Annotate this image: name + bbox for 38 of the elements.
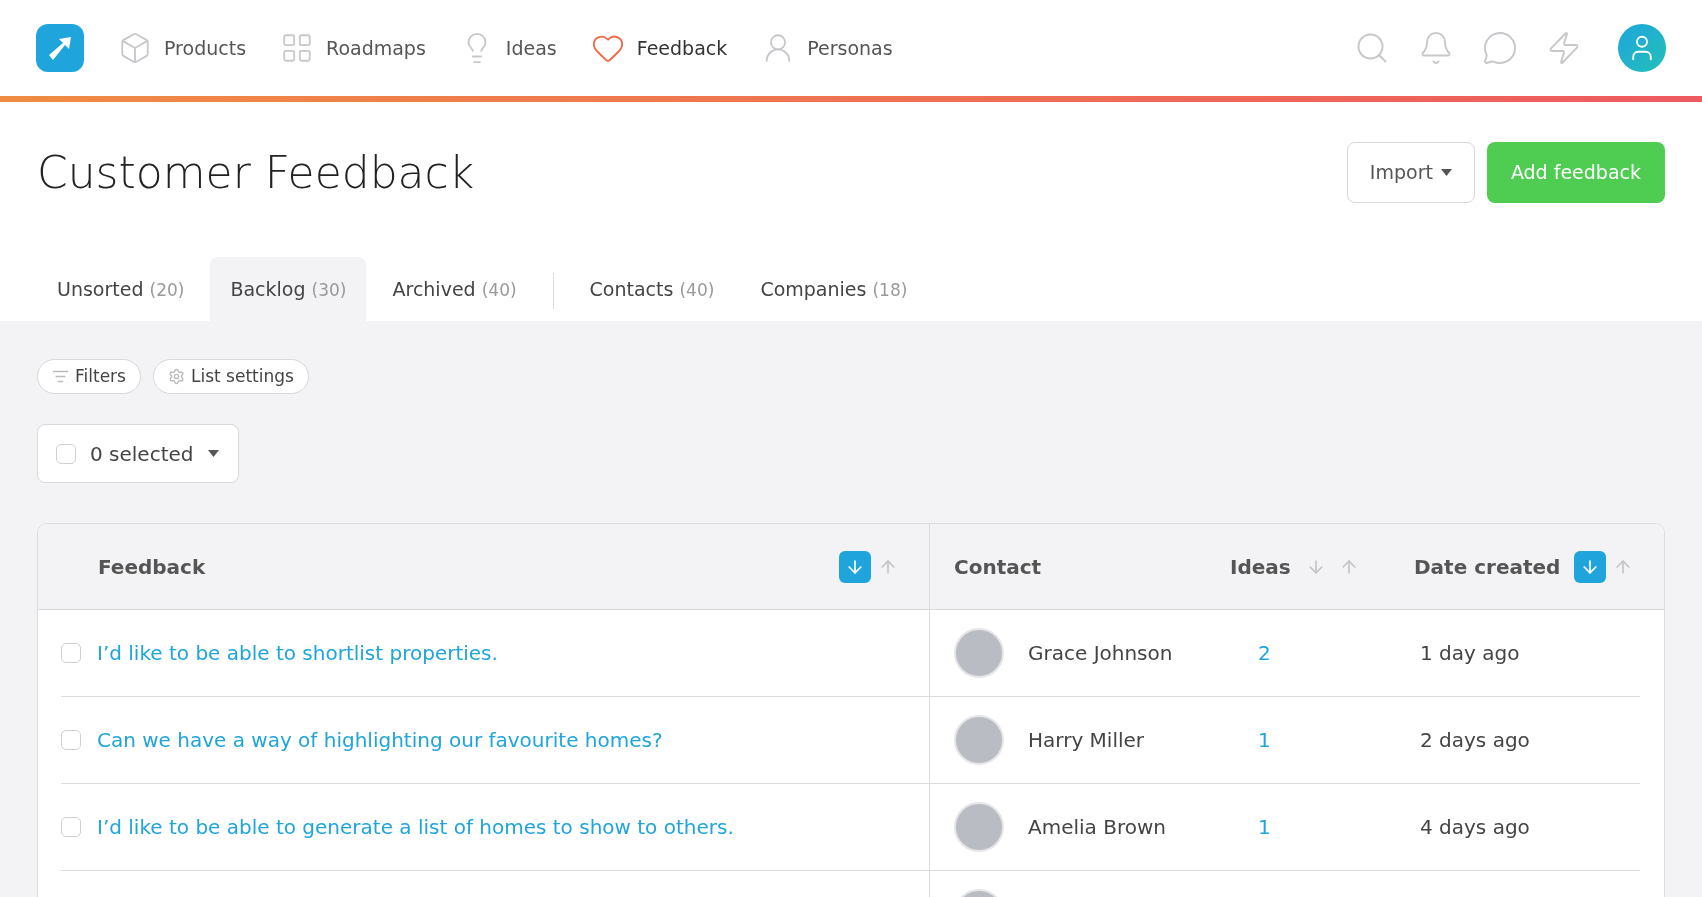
box-icon [118, 31, 152, 65]
nav-link[interactable]: Roadmaps [280, 31, 426, 65]
avatar-icon[interactable] [1618, 24, 1666, 72]
list-settings-button[interactable]: List settings [152, 359, 309, 394]
checkbox[interactable] [61, 643, 81, 663]
sort-down-button[interactable] [839, 550, 871, 583]
sort-down-button[interactable] [1574, 550, 1606, 583]
logo-icon[interactable] [36, 24, 84, 72]
import-button[interactable]: Import [1346, 142, 1475, 203]
chat-icon[interactable] [1482, 30, 1518, 66]
selection-dropdown[interactable]: 0 selected [37, 424, 239, 483]
date-created: 2 days ago [1420, 728, 1530, 752]
caret-icon [207, 450, 219, 457]
filter-icon [52, 368, 69, 385]
contact-name: Grace Johnson [1028, 640, 1173, 667]
nav-link[interactable]: Feedback [590, 31, 728, 65]
page-title: Customer Feedback [37, 150, 475, 195]
column-header: Feedback [98, 553, 206, 581]
contact-name: Harry Miller [1028, 727, 1145, 754]
contact-name: Amelia Brown [1028, 814, 1166, 841]
gear-icon [167, 368, 185, 385]
avatar [954, 628, 1004, 678]
column-header: Contact [954, 553, 1042, 581]
checkbox[interactable] [56, 443, 76, 464]
filters-button[interactable]: Filters [37, 359, 141, 394]
checkbox[interactable] [61, 730, 81, 750]
checkbox[interactable] [61, 817, 81, 837]
date-created: 4 days ago [1420, 815, 1530, 839]
avatar [954, 715, 1004, 765]
date-created: 1 day ago [1420, 641, 1520, 665]
column-header: Date created [1414, 553, 1561, 581]
nav-link[interactable]: Products [118, 31, 247, 65]
tab[interactable]: Backlog (30) [210, 257, 367, 321]
nav-link[interactable]: Ideas [459, 31, 557, 65]
avatar [954, 802, 1004, 852]
caret-icon [1440, 169, 1452, 176]
column-header: Ideas [1230, 553, 1291, 581]
nav-link[interactable]: Personas [761, 31, 893, 65]
